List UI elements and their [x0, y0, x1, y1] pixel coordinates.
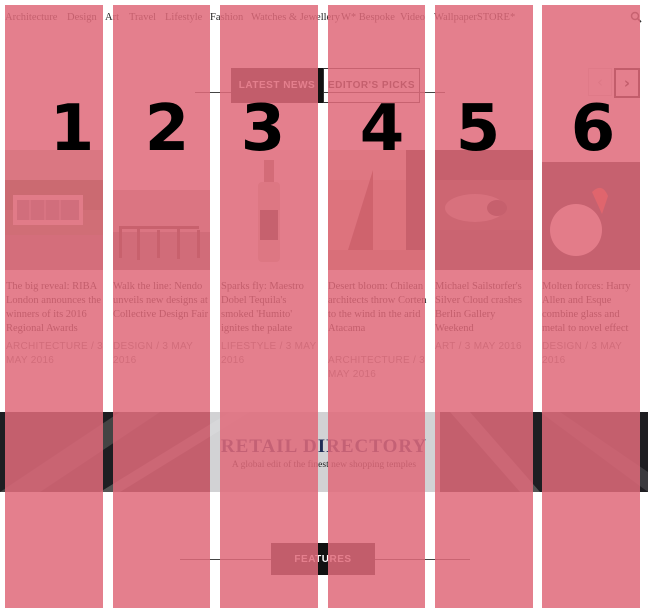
article-meta-3: LIFESTYLE / 3 MAY 2016: [221, 341, 317, 366]
search-icon[interactable]: [630, 11, 642, 23]
nav-item-design[interactable]: Design: [67, 12, 97, 23]
nav-item-fashion[interactable]: Fashion: [210, 12, 243, 23]
article-image-nendo[interactable]: [113, 190, 210, 270]
column-number-3: 3: [240, 92, 286, 166]
banner-subtitle: A global edit of the finest new shopping…: [231, 460, 417, 470]
article-title-3[interactable]: Sparks fly: Maestro Dobel Tequila's smok…: [221, 280, 321, 336]
article-meta-6: DESIGN / 3 MAY 2016: [542, 341, 622, 366]
chevron-left-icon: ‹: [597, 73, 603, 91]
article-image-molten[interactable]: [542, 162, 640, 270]
nav-item-travel[interactable]: Travel: [129, 12, 156, 23]
article-meta-2: DESIGN / 3 MAY 2016: [113, 341, 193, 366]
nav-item-architecture[interactable]: Architecture: [5, 12, 57, 23]
nav-item-wallpaper-store[interactable]: WallpaperSTORE*: [434, 12, 515, 23]
article-image-atacama[interactable]: [328, 150, 425, 270]
top-navigation: Architecture Design Art Travel Lifestyle…: [0, 0, 648, 36]
article-title-4[interactable]: Desert bloom: Chilean architects throw C…: [328, 280, 428, 336]
column-number-4: 4: [359, 92, 405, 166]
nav-item-bespoke[interactable]: W* Bespoke: [341, 12, 395, 23]
nav-item-art[interactable]: Art: [105, 12, 119, 23]
article-title-6[interactable]: Molten forces: Harry Allen and Esque com…: [542, 280, 642, 336]
column-number-5: 5: [455, 92, 501, 166]
column-number-6: 6: [570, 92, 616, 166]
article-title-2[interactable]: Walk the line: Nendo unveils new designs…: [113, 280, 213, 322]
article-meta-4: ARCHITECTURE / 3 MAY 2016: [328, 355, 426, 380]
features-button[interactable]: FEATURES: [271, 543, 375, 575]
article-image-riba[interactable]: [5, 150, 103, 270]
nav-item-video[interactable]: Video: [400, 12, 425, 23]
article-meta-5: ART / 3 MAY 2016: [435, 341, 522, 352]
nav-item-watches-jewellery[interactable]: Watches & Jewellery: [251, 12, 340, 23]
column-number-1: 1: [49, 92, 95, 166]
column-number-2: 2: [144, 92, 190, 166]
article-title-1[interactable]: The big reveal: RIBA London announces th…: [6, 280, 106, 336]
article-image-silver-cloud[interactable]: [435, 150, 533, 270]
article-image-tequila[interactable]: [220, 150, 318, 270]
chevron-right-icon: ›: [623, 74, 631, 92]
banner-title: RETAIL DIRECTORY: [220, 436, 428, 457]
article-meta-1: ARCHITECTURE / 3 MAY 2016: [6, 341, 104, 366]
nav-item-lifestyle[interactable]: Lifestyle: [165, 12, 202, 23]
article-title-5[interactable]: Michael Sailstorfer's Silver Cloud crash…: [435, 280, 535, 336]
